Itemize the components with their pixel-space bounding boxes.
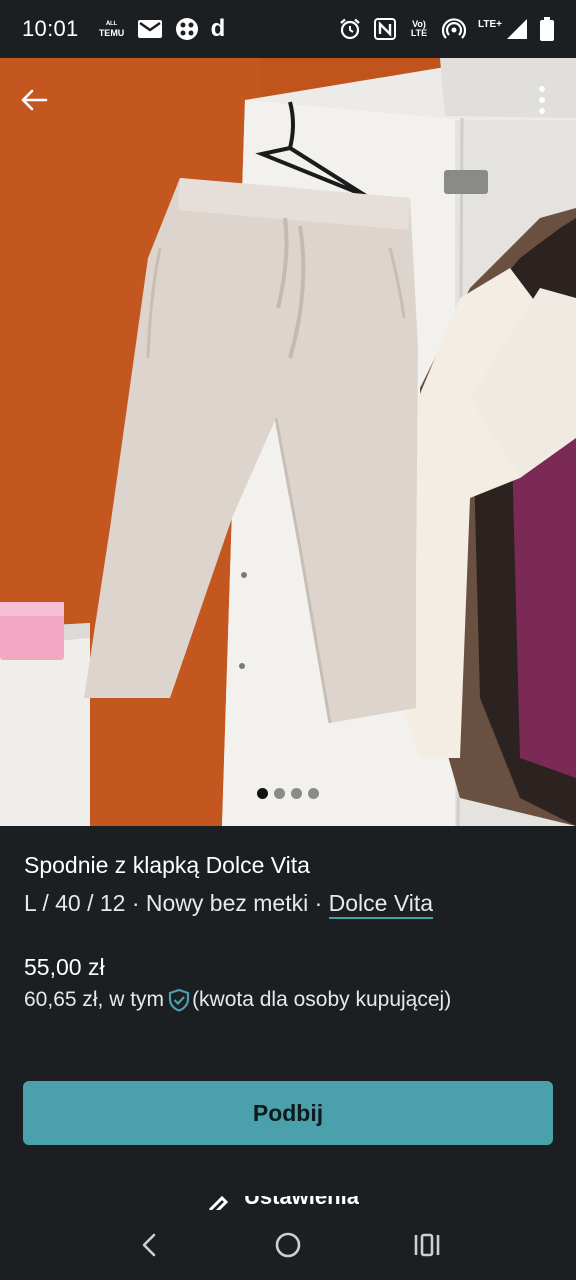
arrow-left-icon: [21, 89, 48, 111]
buyer-total-price: 60,65 zł, w tym (kwota dla osoby kupując…: [24, 988, 451, 1012]
item-meta: L / 40 / 12 · Nowy bez metki · Dolce Vit…: [24, 890, 434, 919]
back-button[interactable]: [12, 78, 56, 122]
volte-icon: Vo) LTE: [410, 19, 428, 38]
photo-dot[interactable]: [291, 788, 302, 799]
buyer-protection-shield-icon[interactable]: [168, 988, 190, 1012]
pencil-icon: [208, 1196, 228, 1210]
app-icon: [175, 17, 199, 41]
settings-label: Ustawienia: [244, 1196, 359, 1209]
alarm-icon: [338, 17, 362, 41]
home-circle-icon: [275, 1232, 301, 1258]
nav-home-button[interactable]: [258, 1215, 318, 1275]
status-time: 10:01: [22, 16, 79, 41]
photo-dot[interactable]: [308, 788, 319, 799]
nfc-icon: [374, 18, 397, 40]
nav-recents-button[interactable]: [397, 1215, 457, 1275]
battery-icon: [540, 17, 554, 41]
more-options-button[interactable]: [520, 78, 564, 122]
temu-icon: ᴬᴸᴸ TEMU: [98, 19, 125, 38]
signal-icon: [506, 18, 528, 40]
brand-link[interactable]: Dolce Vita: [328, 890, 434, 919]
buyer-total-note: (kwota dla osoby kupującej): [192, 988, 452, 1011]
status-bar: 10:01 ᴬᴸᴸ TEMU d Vo) LTE LTE+: [0, 0, 576, 58]
nav-back-button[interactable]: [119, 1215, 179, 1275]
chevron-left-icon: [143, 1233, 156, 1257]
item-title: Spodnie z klapką Dolce Vita: [24, 852, 310, 878]
system-icons: Vo) LTE LTE+: [338, 17, 554, 41]
settings-row-partial[interactable]: Ustawienia: [206, 1196, 359, 1210]
item-size-condition: L / 40 / 12 · Nowy bez metki ·: [24, 890, 329, 916]
gmail-icon: [137, 19, 163, 39]
more-vertical-icon: [539, 86, 545, 114]
lte-plus-label: LTE+: [478, 19, 502, 30]
notification-icons: ᴬᴸᴸ TEMU d: [98, 15, 226, 43]
photo-pagination[interactable]: [0, 788, 576, 799]
photo-illustration: [0, 58, 576, 826]
hotspot-icon: [442, 17, 467, 41]
bump-button[interactable]: Podbij: [23, 1081, 553, 1145]
system-nav-bar: [0, 1210, 576, 1280]
buyer-total-amount: 60,65 zł, w tym: [24, 988, 165, 1011]
recents-icon: [414, 1233, 439, 1257]
listing-photo[interactable]: [0, 58, 576, 826]
item-price: 55,00 zł: [24, 954, 105, 980]
photo-dot[interactable]: [274, 788, 285, 799]
d-icon: d: [210, 15, 226, 42]
photo-dot-active[interactable]: [257, 788, 268, 799]
